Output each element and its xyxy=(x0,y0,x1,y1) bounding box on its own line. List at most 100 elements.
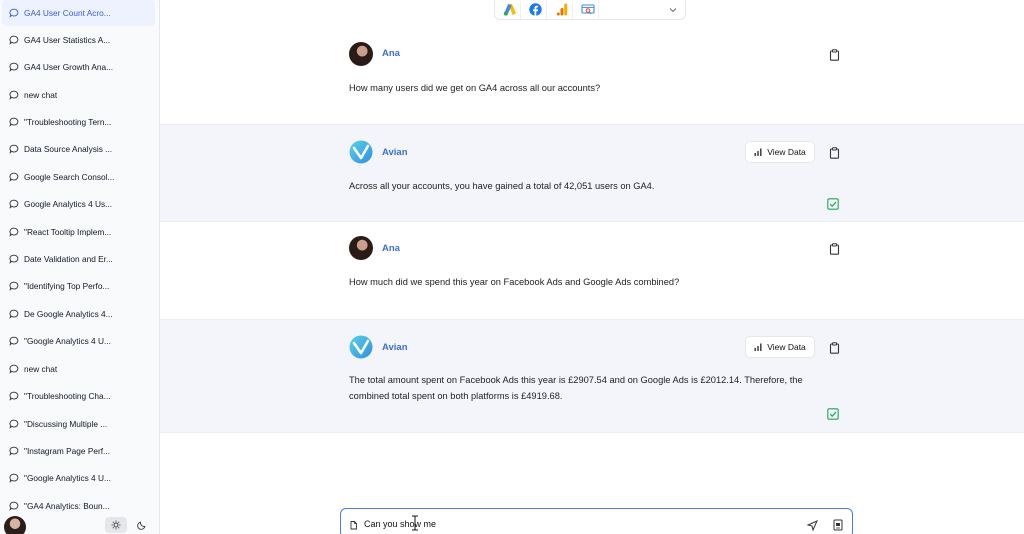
message-author: Ana xyxy=(382,48,400,59)
assistant-message: Avian View Data Across all your accounts… xyxy=(160,124,1024,222)
facebook-icon xyxy=(529,3,542,16)
chat-history-item[interactable]: "Troubleshooting Tern... xyxy=(2,109,155,135)
facebook-source[interactable] xyxy=(525,0,547,19)
search-console-source[interactable] xyxy=(577,0,599,19)
chat-bubble-icon xyxy=(9,172,19,182)
google-ads-icon xyxy=(503,4,516,16)
message-author: Avian xyxy=(382,147,408,158)
chat-bubble-icon xyxy=(9,309,19,319)
chat-history-label: "Troubleshooting Tern... xyxy=(24,117,112,127)
bar-chart-icon xyxy=(754,148,762,156)
clipboard-icon[interactable] xyxy=(829,49,840,61)
avian-logo-icon xyxy=(349,335,373,359)
chat-history-item[interactable]: new chat xyxy=(2,356,155,382)
message-text: Across all your accounts, you have gaine… xyxy=(349,181,655,191)
message-text: How much did we spend this year on Faceb… xyxy=(349,277,680,287)
chat-history-item[interactable]: "Identifying Top Perfo... xyxy=(2,273,155,299)
chat-bubble-icon xyxy=(9,446,19,456)
save-prompt-icon[interactable] xyxy=(833,519,843,531)
message-text: How many users did we get on GA4 across … xyxy=(349,83,601,93)
assistant-message: Avian View Data The total amount spent o… xyxy=(160,319,1024,433)
chat-history-label: Data Source Analysis ... xyxy=(24,144,113,154)
chat-history-item[interactable]: Date Validation and Er... xyxy=(2,246,155,272)
clipboard-icon[interactable] xyxy=(829,342,840,354)
google-ads-source[interactable] xyxy=(499,0,521,19)
chat-bubble-icon xyxy=(9,199,19,209)
view-data-label: View Data xyxy=(767,147,806,157)
chat-history-label: "Instagram Page Perf... xyxy=(24,446,110,456)
send-icon[interactable] xyxy=(807,520,818,531)
sidebar-footer xyxy=(0,512,159,534)
chat-history-item[interactable]: Google Search Consol... xyxy=(2,164,155,190)
chat-history-label: "Identifying Top Perfo... xyxy=(24,281,110,291)
chat-history-item[interactable]: GA4 User Statistics A... xyxy=(2,27,155,53)
avian-logo-icon xyxy=(349,140,373,164)
chat-history-label: "GA4 Analytics: Boun... xyxy=(24,501,110,511)
chevron-down-icon[interactable] xyxy=(669,7,677,13)
attachment-icon[interactable] xyxy=(349,520,358,530)
chat-history-item[interactable]: Google Analytics 4 Us... xyxy=(2,191,155,217)
user-message: Ana How many users did we get on GA4 acr… xyxy=(160,32,1024,124)
chat-history-item[interactable]: GA4 User Growth Ana... xyxy=(2,54,155,80)
chat-history-item[interactable]: De Google Analytics 4... xyxy=(2,301,155,327)
bar-chart-icon xyxy=(754,343,762,351)
message-author: Avian xyxy=(382,342,408,353)
message-author: Ana xyxy=(382,243,400,254)
google-analytics-icon xyxy=(556,3,567,16)
chat-history-label: GA4 User Statistics A... xyxy=(24,35,111,45)
view-data-button[interactable]: View Data xyxy=(745,141,815,163)
chat-history-item[interactable]: "Instagram Page Perf... xyxy=(2,438,155,464)
chat-history-label: new chat xyxy=(24,90,58,100)
chat-bubble-icon xyxy=(9,90,19,100)
clipboard-icon[interactable] xyxy=(829,147,840,159)
chat-history-item[interactable]: "Discussing Multiple ... xyxy=(2,411,155,437)
chat-bubble-icon xyxy=(9,227,19,237)
chat-history-label: Google Search Consol... xyxy=(24,172,115,182)
chat-history-label: "Google Analytics 4 U... xyxy=(24,336,111,346)
chat-history-item[interactable]: "Google Analytics 4 U... xyxy=(2,465,155,491)
moon-icon xyxy=(137,521,146,530)
chat-bubble-icon xyxy=(9,254,19,264)
chat-history-label: GA4 User Count Acro... xyxy=(24,8,111,18)
chat-bubble-icon xyxy=(9,117,19,127)
chat-history-label: De Google Analytics 4... xyxy=(24,309,113,319)
chat-bubble-icon xyxy=(9,144,19,154)
chat-bubble-icon xyxy=(9,501,19,511)
chat-bubble-icon xyxy=(9,35,19,45)
check-icon xyxy=(827,198,839,210)
chat-bubble-icon xyxy=(9,8,19,18)
chat-bubble-icon xyxy=(9,391,19,401)
ana-avatar xyxy=(349,236,373,260)
chat-bubble-icon xyxy=(9,62,19,72)
chat-history-item[interactable]: "Google Analytics 4 U... xyxy=(2,328,155,354)
google-analytics-source[interactable] xyxy=(551,0,573,19)
chat-bubble-icon xyxy=(9,473,19,483)
light-mode-button[interactable] xyxy=(105,517,127,533)
search-console-icon xyxy=(580,4,595,15)
view-data-label: View Data xyxy=(767,342,806,352)
user-message: Ana How much did we spend this year on F… xyxy=(160,222,1024,319)
data-source-selector[interactable] xyxy=(494,0,686,20)
chat-bubble-icon xyxy=(9,336,19,346)
view-data-button[interactable]: View Data xyxy=(745,336,815,358)
clipboard-icon[interactable] xyxy=(829,243,840,255)
chat-history-item[interactable]: new chat xyxy=(2,82,155,108)
chat-history-label: "Troubleshooting Cha... xyxy=(24,391,111,401)
user-avatar[interactable] xyxy=(4,516,26,534)
sun-icon xyxy=(111,520,121,530)
text-cursor-icon xyxy=(412,515,418,531)
chat-history-label: "Google Analytics 4 U... xyxy=(24,473,111,483)
check-icon xyxy=(827,408,839,420)
chat-history-item[interactable]: "React Tooltip Implem... xyxy=(2,219,155,245)
chat-bubble-icon xyxy=(9,364,19,374)
chat-bubble-icon xyxy=(9,281,19,291)
chat-history-label: Google Analytics 4 Us... xyxy=(24,199,113,209)
chat-history-item[interactable]: "Troubleshooting Cha... xyxy=(2,383,155,409)
chat-history-label: new chat xyxy=(24,364,58,374)
message-input[interactable] xyxy=(364,519,784,529)
chat-history-item[interactable]: Data Source Analysis ... xyxy=(2,136,155,162)
chat-history-item[interactable]: GA4 User Count Acro... xyxy=(2,0,155,26)
sidebar: GA4 User Count Acro... GA4 User Statisti… xyxy=(0,0,160,534)
chat-history-label: "React Tooltip Implem... xyxy=(24,227,112,237)
dark-mode-button[interactable] xyxy=(131,517,153,533)
